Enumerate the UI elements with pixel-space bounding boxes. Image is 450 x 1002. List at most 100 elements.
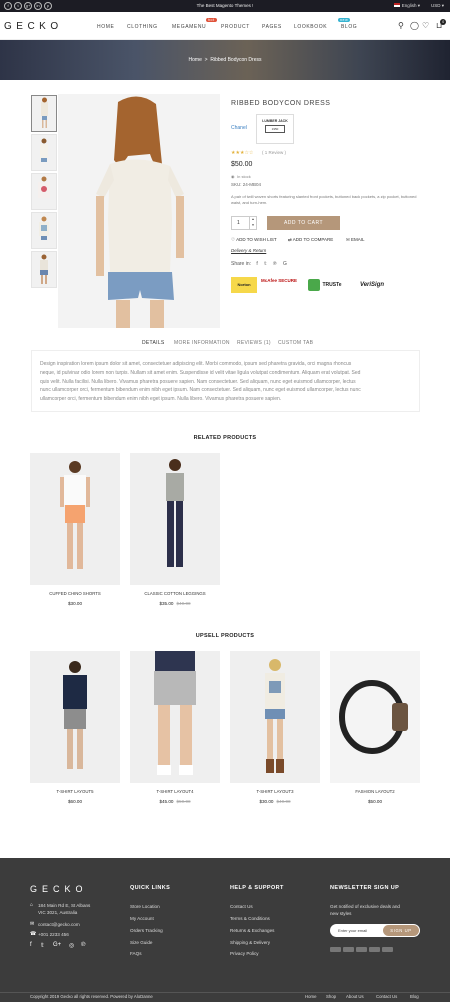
details-line: quis velit. Nulla facilisi. Nulla libero…	[40, 378, 356, 385]
wishlist-label: ADD TO WISH LIST	[236, 237, 277, 242]
add-to-compare-link[interactable]: ⇄ ADD TO COMPARE	[288, 237, 333, 243]
verisign-badge: VeriSign	[359, 282, 385, 288]
site-logo[interactable]: GECKO	[4, 21, 63, 32]
footer-logo[interactable]: GECKO	[30, 884, 88, 894]
footer-link[interactable]: Privacy Policy	[230, 951, 259, 956]
compare-icon: ⇄	[288, 237, 292, 242]
quantity-down-icon[interactable]: ▾	[249, 223, 256, 229]
tab-more-information[interactable]: MORE INFORMATION	[174, 340, 230, 346]
share-twitter-icon[interactable]: 𝕥	[264, 261, 266, 267]
email-icon: ✉	[346, 237, 350, 242]
payment-mastercard-icon	[343, 947, 354, 952]
footer-link[interactable]: Contact Us	[230, 904, 253, 909]
product-name[interactable]: CUFFED CHINO SHORTS	[30, 591, 120, 596]
footer-link[interactable]: FAQs	[130, 951, 142, 956]
cart-icon[interactable]: ⊔ 0	[436, 19, 447, 30]
nav-megamenu[interactable]: MEGAMENU hot	[172, 18, 217, 30]
google-plus-icon[interactable]: G+	[53, 942, 61, 948]
product-image[interactable]	[30, 651, 120, 783]
language-selector[interactable]: English ▾	[393, 3, 420, 9]
newsletter-signup-button[interactable]: SIGN UP	[383, 925, 419, 936]
quantity-value: 1	[237, 220, 240, 226]
copyright-text: Copyright 2019 Gecko all rights reserved…	[30, 994, 153, 999]
footer-link[interactable]: Orders Tracking	[130, 928, 163, 933]
product-thumbnail[interactable]	[31, 95, 57, 132]
twitter-icon[interactable]: 𝕥	[41, 942, 44, 949]
product-thumbnail[interactable]	[31, 212, 57, 249]
quantity-stepper[interactable]: 1 ▴ ▾	[231, 216, 257, 230]
breadcrumb-current: Ribbed Bodycon Dress	[210, 57, 262, 63]
pinterest-icon[interactable]: ℗	[81, 942, 85, 948]
delivery-return-link[interactable]: Delivery & Return	[231, 248, 266, 253]
footer-email[interactable]: contact@gecko.com	[38, 922, 80, 927]
nav-blog[interactable]: BLOG	[341, 24, 357, 30]
share-facebook-icon[interactable]: f	[256, 261, 257, 267]
nav-lookbook[interactable]: LOOKBOOK new	[294, 18, 351, 30]
tab-custom[interactable]: CUSTOM TAB	[278, 340, 313, 346]
footer-bottom-link[interactable]: Home	[305, 994, 316, 999]
product-price: $45.00 $50.00	[130, 799, 220, 804]
footer-bottom-link[interactable]: Shop	[326, 994, 336, 999]
product-image[interactable]	[130, 453, 220, 585]
brand-logo[interactable]: LUMBER JACK 1950	[256, 114, 294, 144]
nav-product[interactable]: PRODUCT	[221, 24, 250, 30]
footer-link[interactable]: Terms & Conditions	[230, 916, 270, 921]
breadcrumb-home[interactable]: Home	[189, 57, 202, 63]
facebook-icon[interactable]: f	[30, 942, 32, 948]
hot-badge: hot	[206, 18, 217, 22]
product-name[interactable]: FASHION LAYOUT2	[330, 789, 420, 794]
footer-bottom-link[interactable]: Blog	[410, 994, 419, 999]
product-name[interactable]: T-SHIRT LAYOUT4	[130, 789, 220, 794]
flag-icon	[393, 3, 400, 7]
footer-link[interactable]: My Account	[130, 916, 154, 921]
footer-bottom-link[interactable]: Contact Us	[376, 994, 397, 999]
product-thumbnail[interactable]	[31, 173, 57, 210]
product-thumbnail[interactable]	[31, 251, 57, 288]
nav-megamenu-label: MEGAMENU	[172, 24, 207, 30]
tab-reviews[interactable]: REVIEWS (1)	[237, 340, 271, 346]
share-google-icon[interactable]: G	[283, 261, 287, 267]
product-image[interactable]	[330, 651, 420, 783]
instagram-icon[interactable]: ◎	[69, 942, 74, 949]
product-thumbnail[interactable]	[31, 134, 57, 171]
email-link[interactable]: ✉ EMAIL	[346, 237, 365, 243]
footer-link[interactable]: Store Location	[130, 904, 160, 909]
tab-details[interactable]: DETAILS	[142, 340, 165, 346]
share-pinterest-icon[interactable]: ℗	[273, 261, 277, 267]
account-icon[interactable]: ◯	[410, 22, 419, 30]
brand-name[interactable]: Chanel	[231, 125, 247, 131]
quick-links-heading: QUICK LINKS	[130, 885, 171, 891]
product-name[interactable]: CLASSIC COTTON LEGGINGS	[130, 591, 220, 596]
price-current: $30.00	[259, 799, 274, 804]
heart-icon: ♡	[231, 237, 236, 242]
product-main-image[interactable]	[58, 94, 220, 328]
nav-pages[interactable]: PAGES	[262, 24, 282, 30]
footer-link[interactable]: Shipping & Delivery	[230, 940, 270, 945]
product-name[interactable]: T-SHIRT LAYOUT3	[230, 789, 320, 794]
product-image[interactable]	[130, 651, 220, 783]
location-icon: ⌂	[30, 902, 34, 908]
product-price: $30.00	[30, 601, 120, 606]
product-price: $50.00	[330, 799, 420, 804]
currency-selector[interactable]: USD ▾	[431, 3, 444, 9]
footer-link[interactable]: Returns & Exchanges	[230, 928, 274, 933]
product-image[interactable]	[30, 453, 120, 585]
wishlist-icon[interactable]: ♡	[422, 22, 429, 30]
product-name[interactable]: T-SHIRT LAYOUT5	[30, 789, 120, 794]
add-to-wishlist-link[interactable]: ♡ ADD TO WISH LIST	[231, 237, 277, 243]
nav-home[interactable]: HOME	[97, 24, 114, 30]
upsell-products-heading: UPSELL PRODUCTS	[195, 633, 255, 639]
product-image[interactable]	[230, 651, 320, 783]
help-support-heading: HELP & SUPPORT	[230, 885, 284, 891]
search-icon[interactable]: ⚲	[398, 22, 404, 30]
nav-clothing[interactable]: CLOTHING	[127, 24, 158, 30]
review-count[interactable]: ( 1 Review )	[262, 150, 286, 155]
share-row: Share in: f 𝕥 ℗ G	[231, 261, 287, 267]
payment-amex-icon	[356, 947, 367, 952]
mail-icon: ✉	[30, 921, 35, 927]
add-to-cart-button[interactable]: ADD TO CART	[267, 216, 340, 230]
footer-bottom-link[interactable]: About Us	[346, 994, 364, 999]
address-line-2: VIC 3021, Australia	[38, 910, 78, 915]
footer-phone: +001 2233 456	[38, 932, 69, 937]
footer-link[interactable]: Size Guide	[130, 940, 152, 945]
